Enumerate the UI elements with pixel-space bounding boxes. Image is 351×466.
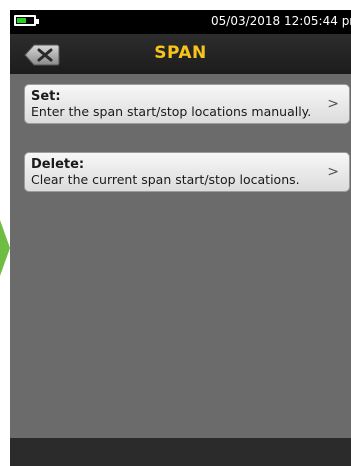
page-title: SPAN: [154, 43, 207, 63]
menu-item-description: Enter the span start/stop locations manu…: [31, 104, 312, 119]
title-bar: SPAN: [10, 34, 351, 74]
status-bar: 05/03/2018 12:05:44 pm: [10, 10, 351, 34]
battery-icon: [14, 15, 39, 26]
datetime-readout: 05/03/2018 12:05:44 pm: [211, 14, 351, 28]
menu-item-description: Clear the current span start/stop locati…: [31, 172, 300, 187]
menu-item-label: Delete:: [31, 157, 85, 172]
menu-item-label: Set:: [31, 89, 61, 104]
device-screen: 05/03/2018 12:05:44 pm SPAN Set: Enter t…: [10, 10, 351, 466]
battery-level-fill: [17, 18, 26, 23]
chevron-right-icon: >: [327, 96, 339, 112]
menu-item-set[interactable]: Set: Enter the span start/stop locations…: [24, 84, 350, 124]
footer-bar: [10, 438, 351, 466]
chevron-right-icon: >: [327, 164, 339, 180]
menu-item-delete[interactable]: Delete: Clear the current span start/sto…: [24, 152, 350, 192]
menu-list: Set: Enter the span start/stop locations…: [10, 74, 351, 438]
side-tab-indicator: [0, 220, 10, 276]
